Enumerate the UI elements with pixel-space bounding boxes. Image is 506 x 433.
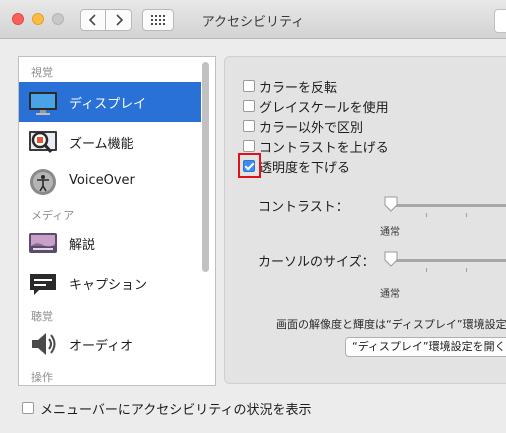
sidebar-item-label: ディスプレイ — [69, 97, 147, 112]
section-header-interaction: 操作 — [31, 371, 53, 384]
cursor-size-slider-track[interactable] — [386, 259, 506, 262]
invert-colors-checkbox[interactable] — [243, 80, 255, 92]
sidebar-item-display[interactable]: ディスプレイ — [19, 82, 201, 122]
sidebar-item-label: ズーム機能 — [69, 137, 134, 152]
title-bar: アクセシビリティ — [0, 0, 506, 39]
slider-tick — [466, 268, 467, 272]
descriptions-icon — [29, 233, 57, 253]
checkbox-label: 透明度を下げる — [259, 160, 351, 176]
checkbox-label: カラーを反転 — [259, 80, 338, 96]
voiceover-icon — [30, 169, 56, 195]
grayscale-checkbox-row[interactable]: グレイスケールを使用 — [243, 97, 389, 116]
sidebar-item-label: キャプション — [69, 278, 148, 293]
contrast-slider-track[interactable] — [386, 204, 506, 207]
contrast-label: コントラスト： — [258, 200, 349, 215]
menubar-status-checkbox-row[interactable]: メニューバーにアクセシビリティの状況を表示 — [22, 399, 312, 418]
increase-contrast-checkbox[interactable] — [243, 140, 255, 152]
window-title: アクセシビリティ — [201, 15, 305, 30]
sidebar-item-label: オーディオ — [69, 339, 134, 354]
section-header-vision: 視覚 — [31, 66, 53, 79]
display-prefs-info: 画面の解像度と輝度は“ディスプレイ”環境設定 — [276, 318, 506, 331]
cursor-size-min-label: 通常 — [380, 289, 400, 300]
sidebar-item-captions[interactable]: キャプション — [19, 263, 201, 303]
increase-contrast-checkbox-row[interactable]: コントラストを上げる — [243, 137, 389, 156]
sidebar: 視覚 ディスプレイ ズーム機能 VoiceOver メディア 解説 キャプション… — [18, 56, 216, 386]
sidebar-item-label: 解説 — [69, 238, 96, 253]
search-field[interactable] — [494, 9, 506, 33]
menubar-status-checkbox[interactable] — [22, 402, 34, 414]
highlight-box — [238, 153, 261, 178]
contrast-slider-thumb[interactable] — [384, 196, 398, 212]
captions-icon — [30, 274, 56, 295]
slider-tick — [466, 213, 467, 217]
contrast-min-label: 通常 — [380, 227, 400, 238]
sidebar-item-voiceover[interactable]: VoiceOver — [19, 162, 201, 202]
checkbox-label: グレイスケールを使用 — [259, 100, 389, 116]
sidebar-item-label: VoiceOver — [69, 173, 135, 188]
sidebar-item-zoom[interactable]: ズーム機能 — [19, 122, 201, 162]
slider-tick — [426, 268, 427, 272]
checkbox-label: コントラストを上げる — [259, 140, 389, 156]
cursor-size-slider-thumb[interactable] — [384, 251, 398, 267]
cursor-size-label: カーソルのサイズ： — [258, 255, 375, 270]
grayscale-checkbox[interactable] — [243, 100, 255, 112]
display-icon — [29, 92, 57, 115]
differentiate-without-color-checkbox-row[interactable]: カラー以外で区別 — [243, 117, 364, 136]
invert-colors-checkbox-row[interactable]: カラーを反転 — [243, 77, 338, 96]
sidebar-item-audio[interactable]: オーディオ — [19, 324, 201, 364]
checkbox-label: カラー以外で区別 — [259, 120, 364, 136]
sidebar-item-descriptions[interactable]: 解説 — [19, 223, 201, 263]
section-header-media: メディア — [31, 209, 75, 222]
slider-tick — [426, 213, 427, 217]
sidebar-scrollbar[interactable] — [202, 62, 209, 272]
zoom-icon — [29, 131, 57, 153]
section-header-hearing: 聴覚 — [31, 310, 53, 323]
differentiate-without-color-checkbox[interactable] — [243, 120, 255, 132]
open-display-prefs-button[interactable]: “ディスプレイ”環境設定を開く — [345, 337, 506, 357]
speaker-icon — [32, 333, 56, 355]
checkbox-label: メニューバーにアクセシビリティの状況を表示 — [40, 402, 312, 418]
